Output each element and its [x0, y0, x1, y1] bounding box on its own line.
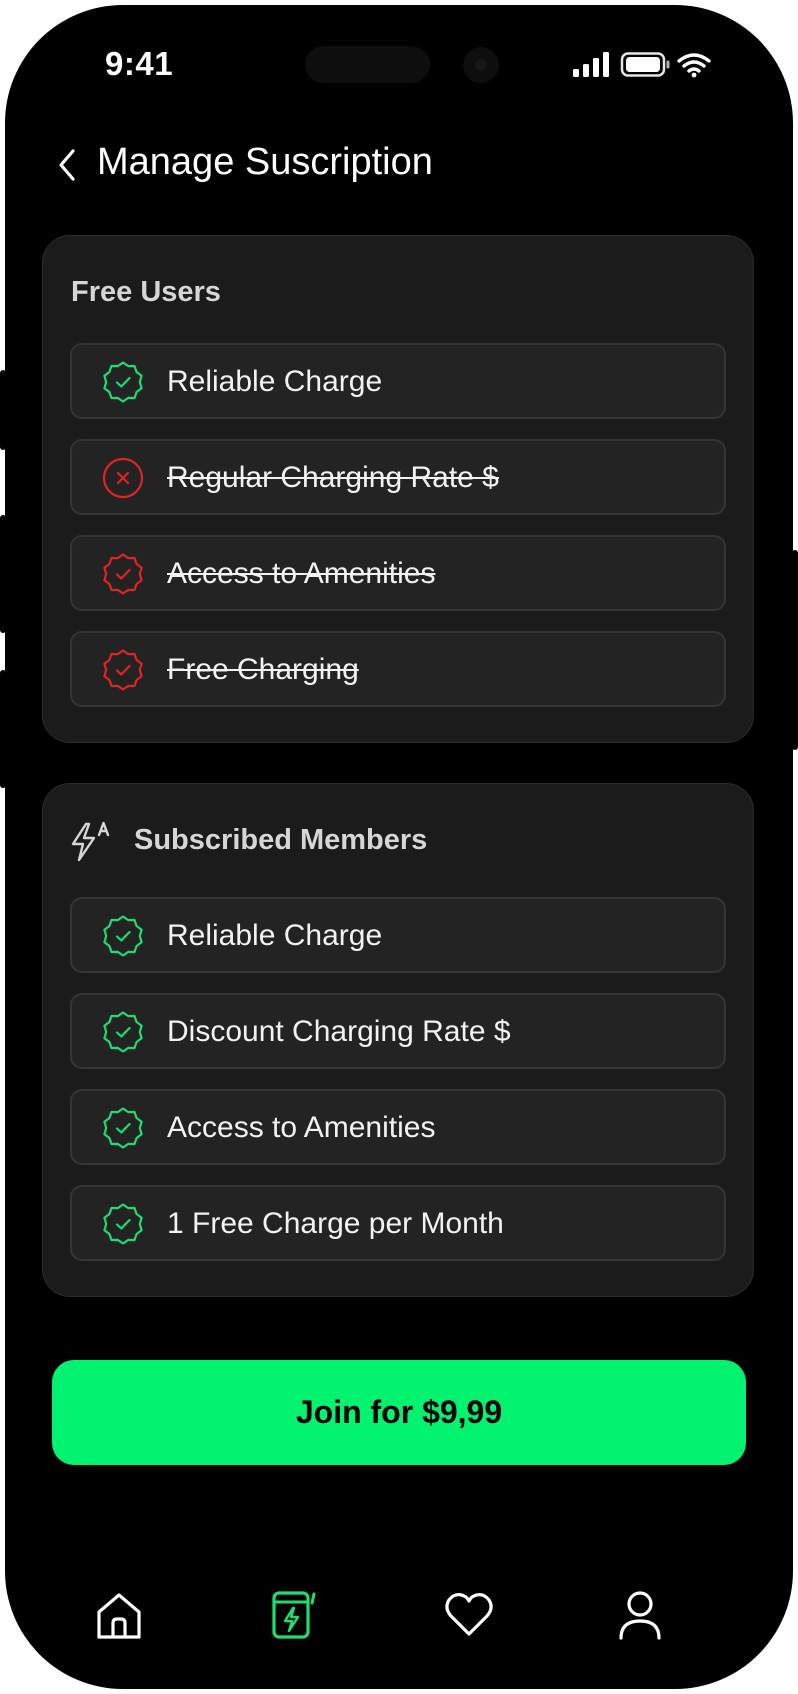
- status-time: 9:41: [105, 45, 174, 82]
- join-button-label: Join for $9,99: [295, 1394, 503, 1430]
- heart-icon: [445, 1593, 493, 1636]
- badge-check-icon: [103, 1011, 143, 1053]
- battery-icon: [620, 52, 670, 77]
- member-feature-row: 1 Free Charge per Month: [70, 1185, 726, 1261]
- member-feature-row: Reliable Charge: [70, 897, 726, 973]
- feature-label: Regular Charging Rate $: [167, 461, 499, 494]
- badge-check-icon: [103, 1107, 143, 1149]
- tab-charging[interactable]: [268, 1585, 328, 1645]
- free-users-card: Free Users Reliable Charge Regular Charg…: [42, 235, 754, 743]
- free-users-title: Free Users: [71, 276, 221, 308]
- badge-check-icon: [103, 553, 143, 595]
- badge-check-icon: [103, 1203, 143, 1245]
- free-feature-row: Free Charging: [70, 631, 726, 707]
- flash-auto-icon: [71, 821, 110, 862]
- feature-label: Free Charging: [167, 653, 359, 686]
- member-feature-row: Access to Amenities: [70, 1089, 726, 1165]
- wifi-icon: [677, 53, 711, 73]
- free-feature-row: Reliable Charge: [70, 343, 726, 419]
- tab-favorites[interactable]: [439, 1585, 499, 1645]
- phone-frame: 9:41 Manage Suscription Free Users Relia…: [0, 0, 798, 1694]
- page-title: Manage Suscription: [97, 141, 433, 183]
- circle-x-icon: [102, 457, 144, 499]
- front-camera: [463, 47, 499, 83]
- tab-bar: [5, 1585, 793, 1675]
- tab-profile[interactable]: [610, 1585, 670, 1645]
- back-button[interactable]: [47, 145, 87, 185]
- feature-label: Access to Amenities: [167, 557, 436, 590]
- home-icon: [97, 1593, 141, 1639]
- cellular-signal-icon: [573, 52, 609, 77]
- header: Manage Suscription: [5, 125, 793, 205]
- badge-check-icon: [103, 915, 143, 957]
- tab-home[interactable]: [89, 1585, 149, 1645]
- badge-check-icon: [103, 361, 143, 403]
- member-feature-row: Discount Charging Rate $: [70, 993, 726, 1069]
- dynamic-island: [305, 46, 430, 83]
- user-icon: [619, 1591, 661, 1640]
- feature-label: Reliable Charge: [167, 365, 383, 398]
- feature-label: Reliable Charge: [167, 919, 383, 952]
- status-bar: 9:41: [5, 5, 793, 115]
- join-button[interactable]: Join for $9,99: [52, 1360, 746, 1465]
- feature-label: Access to Amenities: [167, 1111, 436, 1144]
- status-icons: [573, 52, 723, 78]
- free-feature-row: Access to Amenities: [70, 535, 726, 611]
- chevron-left-icon: [59, 149, 75, 181]
- charging-station-icon: [272, 1591, 316, 1639]
- subscribed-members-card: Subscribed Members Reliable Charge Disco…: [42, 783, 754, 1297]
- feature-label: 1 Free Charge per Month: [167, 1207, 504, 1240]
- feature-label: Discount Charging Rate $: [167, 1015, 511, 1048]
- free-feature-row: Regular Charging Rate $: [70, 439, 726, 515]
- subscribed-members-title: Subscribed Members: [134, 824, 428, 856]
- badge-check-icon: [103, 649, 143, 691]
- app-screen: 9:41 Manage Suscription Free Users Relia…: [5, 5, 793, 1689]
